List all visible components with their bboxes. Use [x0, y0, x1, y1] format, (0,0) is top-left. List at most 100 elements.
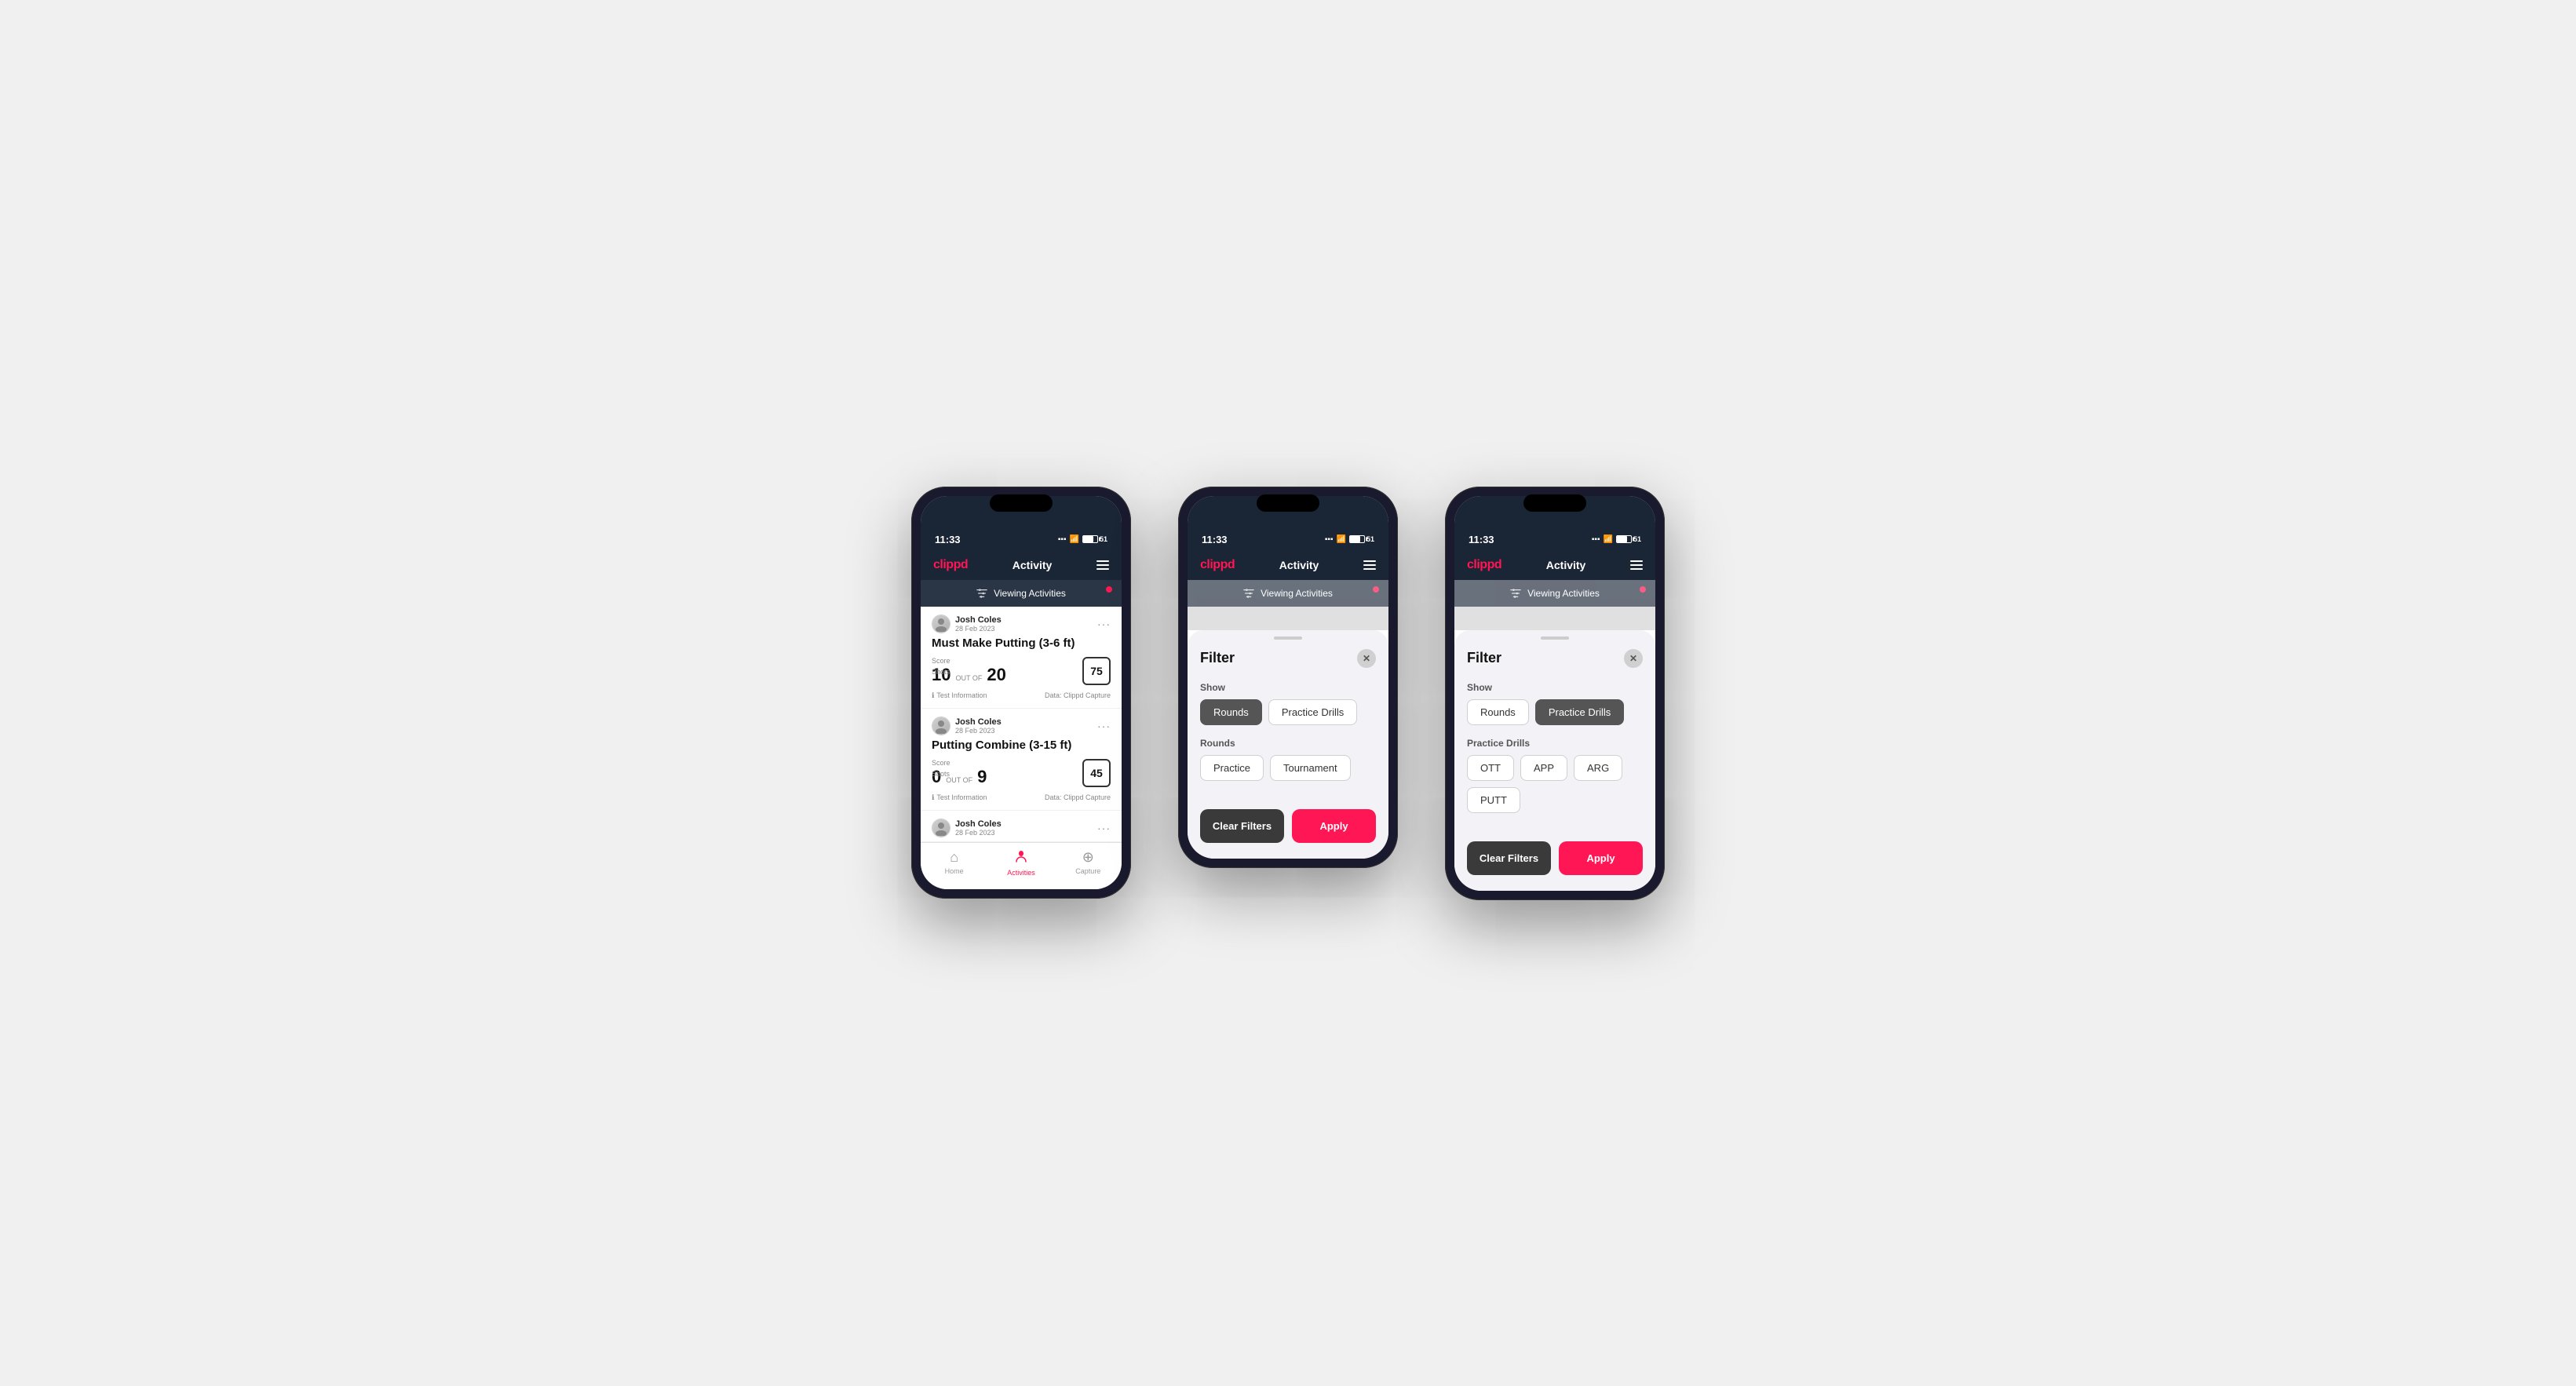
phone-1: 11:33 ▪▪▪ 📶 51 clippd Activity [911, 487, 1131, 899]
battery-container: 51 [1616, 535, 1641, 543]
sheet-header: Filter ✕ [1454, 643, 1655, 676]
practice-btn-3[interactable]: PUTT [1467, 787, 1520, 813]
activities-icon [1014, 849, 1028, 867]
close-filter-button[interactable]: ✕ [1624, 649, 1643, 668]
test-info-text: Test Information [936, 691, 987, 699]
out-of-value: 20 [987, 665, 1005, 685]
status-time: 11:33 [935, 534, 961, 545]
battery-icon [1616, 535, 1632, 543]
filter-icon [1510, 588, 1521, 599]
show-filter-buttons: RoundsPractice Drills [1200, 699, 1376, 725]
apply-button[interactable]: Apply [1559, 841, 1643, 875]
practice-filter-buttons: OTTAPP ARG PUTT [1467, 755, 1643, 813]
clear-filters-button[interactable]: Clear Filters [1200, 809, 1284, 843]
show-btn-0[interactable]: Rounds [1467, 699, 1529, 725]
user-avatar [932, 717, 950, 735]
activity-title: Must Make Putting (3-6 ft) [932, 636, 1111, 651]
user-details: Josh Coles 28 Feb 2023 [955, 615, 1002, 633]
data-source: Data: Clippd Capture [1045, 793, 1111, 801]
viewing-banner[interactable]: Viewing Activities [1454, 580, 1655, 607]
viewing-banner[interactable]: Viewing Activities [1188, 580, 1388, 607]
more-options-button[interactable]: ··· [1097, 618, 1111, 630]
blurred-content [1454, 607, 1655, 630]
tab-activities[interactable]: Activities [987, 849, 1054, 877]
wifi-icon: 📶 [1337, 535, 1346, 544]
practice-btn-2[interactable]: ARG [1574, 755, 1622, 781]
tab-capture-label: Capture [1075, 867, 1100, 875]
filter-title: Filter [1200, 650, 1235, 666]
filter-sheet: Filter ✕ Show RoundsPractice DrillsRound… [1188, 630, 1388, 859]
filter-sheet: Filter ✕ Show RoundsPractice DrillsPract… [1454, 630, 1655, 891]
status-icons: ▪▪▪ 📶 51 [1325, 535, 1374, 544]
activity-title: Putting Combine (3-15 ft) [932, 739, 1111, 753]
apply-button[interactable]: Apply [1292, 809, 1376, 843]
battery-pct: 51 [1366, 535, 1374, 543]
card-footer: ℹ Test Information Data: Clippd Capture [932, 691, 1111, 700]
menu-button[interactable] [1630, 560, 1643, 570]
menu-button[interactable] [1363, 560, 1376, 570]
clear-filters-button[interactable]: Clear Filters [1467, 841, 1551, 875]
more-options-button[interactable]: ··· [1097, 822, 1111, 834]
phone-screen: 11:33 ▪▪▪ 📶 51 clippd Activity [921, 496, 1122, 889]
nav-title: Activity [1546, 559, 1586, 571]
battery-pct: 51 [1633, 535, 1641, 543]
menu-button[interactable] [1096, 560, 1109, 570]
activity-card-3: Josh Coles 28 Feb 2023 ··· [921, 811, 1122, 842]
round-btn-0[interactable]: Practice [1200, 755, 1264, 781]
notification-dot [1640, 586, 1646, 593]
practice-btn-0[interactable]: OTT [1467, 755, 1514, 781]
nav-bar: clippd Activity [1188, 552, 1388, 580]
blurred-content [1188, 607, 1388, 630]
app-logo: clippd [1200, 558, 1235, 572]
signal-icon: ▪▪▪ [1592, 535, 1600, 544]
tab-home[interactable]: ⌂ Home [921, 849, 987, 877]
nav-title: Activity [1013, 559, 1053, 571]
card-header: Josh Coles 28 Feb 2023 ··· [932, 615, 1111, 633]
show-section-label: Show [1467, 682, 1643, 693]
phones-container: 11:33 ▪▪▪ 📶 51 clippd Activity [911, 487, 1665, 900]
score-label: Score [932, 657, 1006, 665]
tab-home-label: Home [945, 867, 964, 875]
notification-dot [1373, 586, 1379, 593]
sheet-footer: Clear Filters Apply [1454, 832, 1655, 891]
filter-title: Filter [1467, 650, 1501, 666]
nav-bar: clippd Activity [921, 552, 1122, 580]
dynamic-island [1523, 494, 1586, 512]
show-section-label: Show [1200, 682, 1376, 693]
phone-screen: 11:33 ▪▪▪ 📶 51 clippd Activity [1454, 496, 1655, 891]
sheet-handle [1274, 636, 1302, 640]
sheet-footer: Clear Filters Apply [1188, 800, 1388, 859]
user-details: Josh Coles 28 Feb 2023 [955, 717, 1002, 735]
show-btn-1[interactable]: Practice Drills [1268, 699, 1357, 725]
show-btn-0[interactable]: Rounds [1200, 699, 1262, 725]
shots-label: Shots [932, 668, 950, 676]
sheet-header: Filter ✕ [1188, 643, 1388, 676]
test-info: ℹ Test Information [932, 691, 987, 700]
battery-icon [1082, 535, 1098, 543]
user-name: Josh Coles [955, 819, 1002, 829]
show-btn-1[interactable]: Practice Drills [1535, 699, 1624, 725]
filter-content: Show RoundsPractice DrillsPractice Drill… [1454, 676, 1655, 832]
notification-dot [1106, 586, 1112, 593]
show-filter-buttons: RoundsPractice Drills [1467, 699, 1643, 725]
close-filter-button[interactable]: ✕ [1357, 649, 1376, 668]
user-info: Josh Coles 28 Feb 2023 [932, 717, 1002, 735]
user-info: Josh Coles 28 Feb 2023 [932, 819, 1002, 837]
phone-2: 11:33 ▪▪▪ 📶 51 clippd Activity [1178, 487, 1398, 868]
status-icons: ▪▪▪ 📶 51 [1592, 535, 1641, 544]
dynamic-island [1257, 494, 1319, 512]
more-options-button[interactable]: ··· [1097, 720, 1111, 732]
app-logo: clippd [1467, 558, 1501, 572]
sheet-handle [1541, 636, 1569, 640]
round-btn-1[interactable]: Tournament [1270, 755, 1351, 781]
card-header: Josh Coles 28 Feb 2023 ··· [932, 717, 1111, 735]
phone-3: 11:33 ▪▪▪ 📶 51 clippd Activity [1445, 487, 1665, 900]
battery-pct: 51 [1100, 535, 1107, 543]
filter-icon [976, 588, 987, 599]
viewing-banner[interactable]: Viewing Activities [921, 580, 1122, 607]
tab-capture[interactable]: ⊕ Capture [1055, 849, 1122, 877]
practice-btn-1[interactable]: APP [1520, 755, 1567, 781]
wifi-icon: 📶 [1604, 535, 1613, 544]
shots-label: Shots [932, 770, 950, 778]
home-icon: ⌂ [950, 849, 958, 866]
